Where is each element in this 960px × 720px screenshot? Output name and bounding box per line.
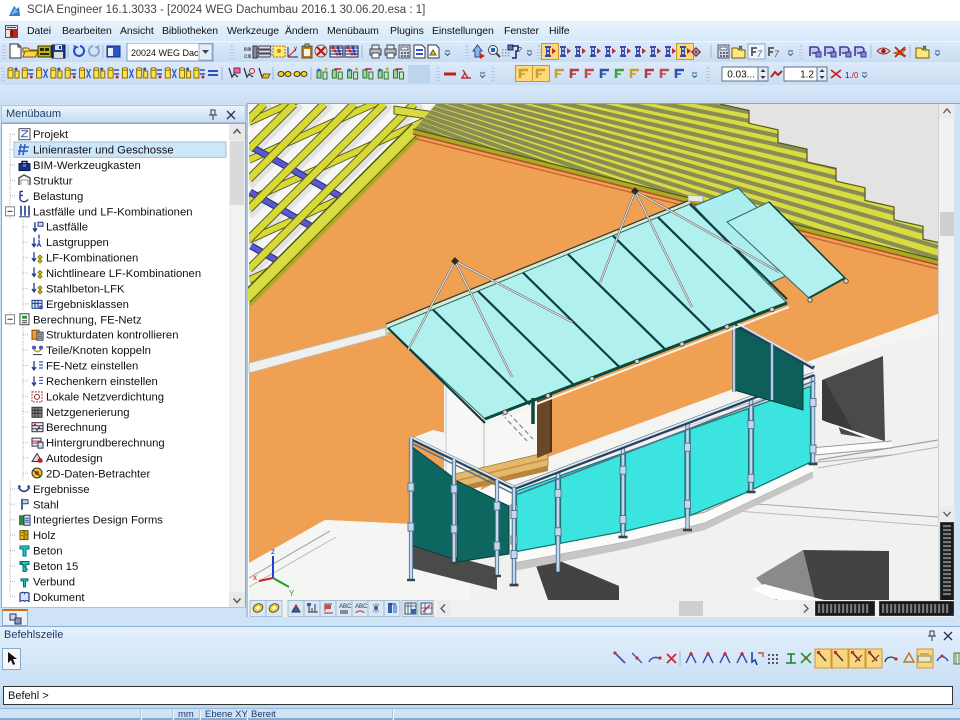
svg-text:Y: Y xyxy=(289,589,295,598)
svg-text:FE-Netz einstellen: FE-Netz einstellen xyxy=(46,361,138,373)
svg-text:0.03...: 0.03... xyxy=(727,70,755,81)
svg-text:Lastfälle und LF-Kombinationen: Lastfälle und LF-Kombinationen xyxy=(33,206,193,218)
svg-text:Stahl: Stahl xyxy=(33,499,59,511)
svg-text:Rechenkern einstellen: Rechenkern einstellen xyxy=(46,376,158,388)
svg-text:mm: mm xyxy=(244,46,252,53)
svg-text:ABC: ABC xyxy=(355,604,368,610)
svg-text:Verbund: Verbund xyxy=(33,576,75,588)
svg-text:y: y xyxy=(294,46,297,52)
svg-text:Projekt: Projekt xyxy=(33,129,69,141)
svg-text:Ergebnisse: Ergebnisse xyxy=(33,484,90,496)
svg-text:BIM-Werkzeugkasten: BIM-Werkzeugkasten xyxy=(33,160,141,172)
svg-text:cm: cm xyxy=(244,53,252,60)
svg-text:Lastfälle: Lastfälle xyxy=(46,222,88,234)
svg-text:Strukturdaten kontrollieren: Strukturdaten kontrollieren xyxy=(46,330,179,342)
svg-text:1.2: 1.2 xyxy=(800,70,814,81)
svg-text:Teile/Knoten koppeln: Teile/Knoten koppeln xyxy=(46,345,151,357)
svg-text:Dokument: Dokument xyxy=(33,592,85,604)
svg-text:Berechnung, FE-Netz: Berechnung, FE-Netz xyxy=(33,314,142,326)
svg-text:z: z xyxy=(271,547,275,556)
svg-text:Integriertes Design Forms: Integriertes Design Forms xyxy=(33,515,163,527)
svg-text:Berechnung: Berechnung xyxy=(46,422,107,434)
svg-text:Lastgruppen: Lastgruppen xyxy=(46,237,109,249)
svg-text:Holz: Holz xyxy=(33,530,56,542)
svg-text:1./0: 1./0 xyxy=(845,71,859,80)
svg-text:2D-Daten-Betrachter: 2D-Daten-Betrachter xyxy=(46,468,150,480)
svg-text:Belastung: Belastung xyxy=(33,191,83,203)
svg-text:Lokale Netzverdichtung: Lokale Netzverdichtung xyxy=(46,391,164,403)
svg-text:LF-Kombinationen: LF-Kombinationen xyxy=(46,253,138,265)
svg-text:Autodesign: Autodesign xyxy=(46,453,103,465)
svg-text:Ergebnisklassen: Ergebnisklassen xyxy=(46,299,129,311)
svg-text:Nichtlineare LF-Kombinationen: Nichtlineare LF-Kombinationen xyxy=(46,268,201,280)
svg-text:Beton 15: Beton 15 xyxy=(33,561,78,573)
svg-text:ABC: ABC xyxy=(339,604,352,610)
svg-text:Beton: Beton xyxy=(33,546,63,558)
svg-text:20024 WEG Dachu: 20024 WEG Dachu xyxy=(131,48,209,58)
svg-text:x: x xyxy=(253,573,257,582)
svg-text:Hintergrundberechnung: Hintergrundberechnung xyxy=(46,438,165,450)
svg-text:7: 7 xyxy=(774,49,780,59)
svg-text:Stahlbeton-LFK: Stahlbeton-LFK xyxy=(46,283,125,295)
svg-text:?: ? xyxy=(518,47,522,54)
svg-text:Struktur: Struktur xyxy=(33,175,73,187)
svg-text:Netzgenerierung: Netzgenerierung xyxy=(46,407,130,419)
svg-text:Linienraster und Geschosse: Linienraster und Geschosse xyxy=(33,145,174,157)
